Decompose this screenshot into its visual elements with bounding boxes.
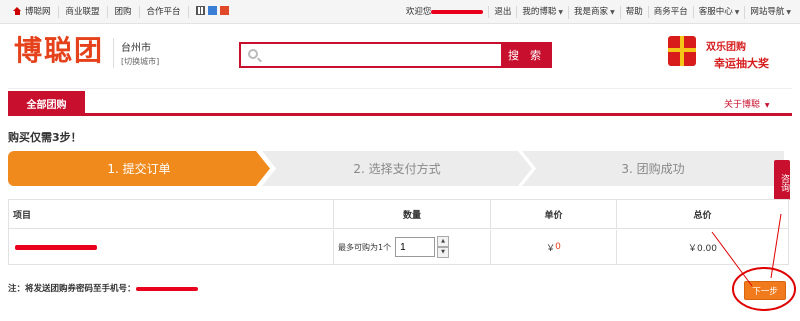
current-city: 台州市 — [121, 43, 151, 54]
gift-icon — [668, 36, 696, 66]
sms-note: 注：将发送团购券密码至手机号： — [8, 282, 198, 294]
chevron-down-icon: ▼ — [610, 8, 615, 16]
search-input[interactable] — [263, 46, 498, 64]
help-icon[interactable] — [207, 6, 217, 15]
divider — [113, 38, 114, 68]
progress-steps: 1. 提交订单 2. 选择支付方式 3. 团购成功 — [8, 151, 784, 186]
step-success: 3. 团购成功 — [522, 151, 784, 186]
redacted-item-name — [15, 244, 97, 250]
table-header: 项目 数量 单价 总价 — [9, 200, 788, 229]
promo-subtitle: 幸运抽大奖 — [714, 57, 769, 70]
chevron-down-icon: ▼ — [558, 8, 564, 16]
table-row: 最多可购为1个 ▲ ▼ ￥0 ￥0.00 — [9, 230, 788, 264]
unit-price: ￥ 0 — [490, 230, 616, 264]
grid-icon[interactable] — [195, 6, 205, 15]
decrement-icon[interactable]: ▼ — [437, 247, 450, 258]
help-link[interactable]: 帮助 — [621, 6, 649, 18]
home-link[interactable]: 博聪网 — [6, 6, 59, 18]
top-link-groupbuy[interactable]: 团购 — [108, 6, 140, 18]
top-link-partner[interactable]: 合作平台 — [140, 6, 189, 18]
switch-city-link[interactable]: [切换城市] — [121, 56, 159, 67]
col-quantity: 数量 — [333, 200, 490, 228]
about-menu[interactable]: 关于博聪 ▼ — [724, 97, 770, 110]
order-table: 项目 数量 单价 总价 最多可购为1个 ▲ ▼ ￥0 ￥0.00 — [8, 199, 789, 265]
mail-icon[interactable] — [219, 6, 229, 15]
item-name[interactable] — [13, 230, 333, 264]
search-button[interactable]: 搜 索 — [501, 42, 552, 68]
redacted-username — [431, 9, 484, 14]
top-links: 博聪网 商业联盟 团购 合作平台 — [6, 0, 239, 24]
col-item: 项目 — [13, 210, 32, 221]
site-logo[interactable]: 博聪团 — [14, 33, 104, 69]
top-link-alliance[interactable]: 商业联盟 — [59, 6, 108, 18]
service-center-menu[interactable]: 客服中心 ▼ — [694, 5, 746, 19]
logout-link[interactable]: 退出 — [489, 6, 518, 18]
step-choose-payment: 2. 选择支付方式 — [262, 151, 532, 186]
quantity-input[interactable] — [395, 237, 436, 257]
total-price: ￥0.00 — [616, 230, 788, 264]
step-submit-order: 1. 提交订单 — [8, 151, 270, 186]
quantity-cell: 最多可购为1个 ▲ ▼ — [333, 230, 490, 264]
quantity-limit: 最多可购为1个 — [338, 242, 392, 252]
steps-title: 购买仅需3步！ — [8, 131, 82, 144]
search-box: 搜 索 — [239, 42, 552, 68]
col-total: 总价 — [616, 200, 788, 228]
chevron-down-icon: ▼ — [764, 102, 770, 109]
quick-icons — [189, 6, 239, 18]
my-account-menu[interactable]: 我的博聪 ▼ — [517, 5, 570, 19]
business-platform-link[interactable]: 商务平台 — [649, 6, 694, 18]
user-links: 欢迎您 退出 我的博聪 ▼ 我是商家 ▼ 帮助 商务平台 客服中心 ▼ 网站导航 ▼ — [401, 0, 796, 24]
tab-all-groupbuy[interactable]: 全部团购 — [8, 91, 85, 116]
top-bar: 博聪网 商业联盟 团购 合作平台 欢迎您 退出 我的博聪 ▼ 我是商家 ▼ 帮助 商… — [0, 0, 800, 24]
home-icon — [13, 7, 22, 15]
search-icon — [248, 49, 258, 59]
welcome-text: 欢迎您 — [401, 6, 490, 18]
divider — [8, 88, 792, 89]
chevron-down-icon: ▼ — [734, 8, 740, 16]
nav-bar — [8, 91, 792, 116]
next-step-button[interactable]: 下一步 — [744, 281, 786, 300]
quantity-stepper[interactable]: ▲ ▼ — [437, 236, 450, 258]
promo-title: 双乐团购 — [706, 42, 746, 53]
site-nav-menu[interactable]: 网站导航 ▼ — [745, 6, 796, 19]
promo-banner[interactable]: 双乐团购 幸运抽大奖 — [668, 28, 778, 74]
consult-button[interactable]: 咨询 — [774, 160, 790, 200]
chevron-down-icon: ▼ — [786, 8, 791, 16]
col-unit-price: 单价 — [490, 200, 616, 228]
redacted-phone — [135, 286, 198, 291]
increment-icon[interactable]: ▲ — [437, 236, 450, 247]
merchant-menu[interactable]: 我是商家 ▼ — [569, 5, 621, 19]
